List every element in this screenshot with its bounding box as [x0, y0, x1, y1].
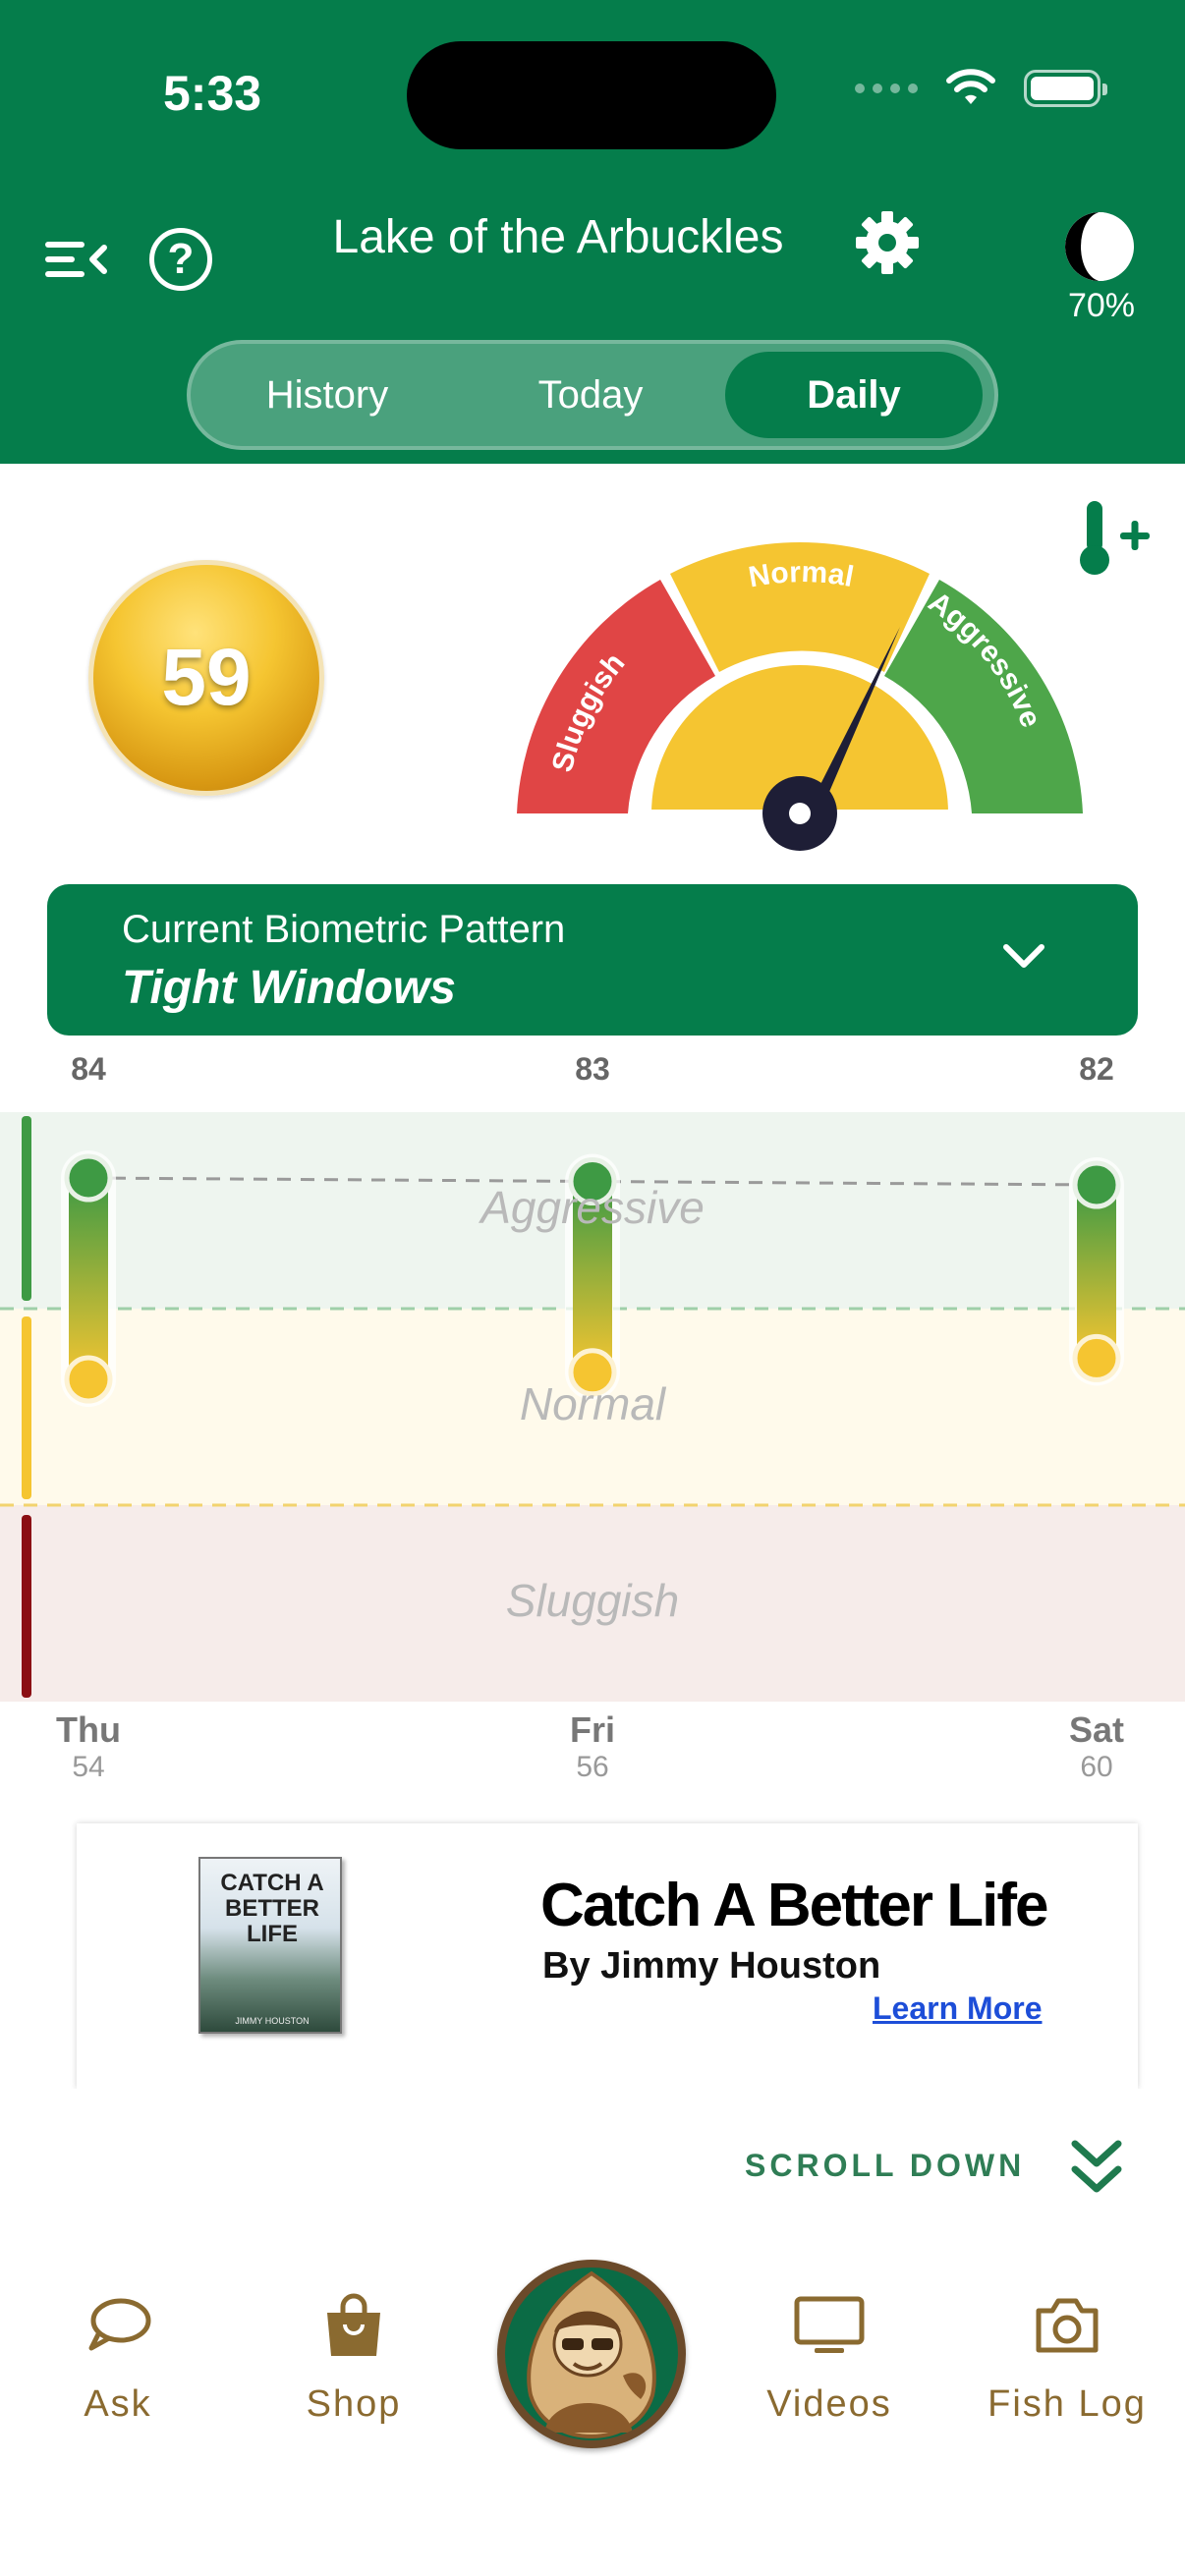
lake-name: Lake of the Arbuckles — [332, 211, 784, 263]
day-high-value: 83 — [575, 1051, 610, 1087]
fisherman-portrait-icon — [527, 2270, 656, 2439]
activity-score-badge: 59 — [88, 560, 324, 796]
day-label[interactable]: Sat — [1038, 1709, 1156, 1751]
book-cover-image: CATCH A BETTER LIFE JIMMY HOUSTON — [198, 1857, 342, 2034]
band-label-sluggish: Sluggish — [505, 1575, 680, 1626]
tab-ask-label: Ask — [84, 2383, 152, 2425]
status-icons — [855, 69, 1107, 108]
day-label[interactable]: Thu — [29, 1709, 147, 1751]
moon-phase-icon[interactable] — [1065, 212, 1134, 281]
day-high-value: 84 — [71, 1051, 106, 1087]
day-low-marker — [1072, 1333, 1121, 1382]
scroll-down-label[interactable]: SCROLL DOWN — [745, 2148, 1025, 2184]
chat-bubble-icon — [88, 2298, 151, 2351]
lake-title[interactable]: Lake of the Arbuckles — [0, 210, 1185, 264]
tab-videos-label: Videos — [766, 2383, 892, 2425]
moon-illumination: 70% — [1067, 287, 1136, 324]
book-cover-author: JIMMY HOUSTON — [235, 2016, 310, 2026]
logo-badge — [505, 2268, 678, 2440]
tab-history[interactable]: History — [198, 352, 456, 438]
book-cover-title: CATCH A BETTER LIFE — [220, 1870, 324, 1947]
day-high-value: 82 — [1079, 1051, 1114, 1087]
ad-subtitle: By Jimmy Houston — [542, 1945, 881, 1987]
book-ad-banner[interactable]: CATCH A BETTER LIFE JIMMY HOUSTON Catch … — [77, 1823, 1138, 2089]
double-chevron-down-icon[interactable] — [1067, 2136, 1126, 2201]
ad-headline: Catch A Better Life — [540, 1872, 1048, 1939]
activity-score: 59 — [161, 633, 252, 722]
activity-gauge: Sluggish Normal Aggressive — [517, 541, 1083, 851]
day-low-value: 60 — [1080, 1751, 1113, 1783]
learn-more-link[interactable]: Learn More — [873, 1990, 1042, 2027]
tab-videos[interactable]: Videos — [731, 2289, 928, 2426]
view-segmented-control: History Today Daily — [187, 340, 998, 450]
day-low-value: 56 — [576, 1751, 609, 1783]
daily-activity-chart: Aggressive Normal Sluggish 84 83 82 Thu … — [0, 1051, 1185, 1798]
app-header: 5:33 ? Lake of the Arbuckles 70% History… — [0, 0, 1185, 464]
shopping-bag-icon — [327, 2293, 380, 2356]
dynamic-island — [407, 41, 776, 149]
tab-ask[interactable]: Ask — [20, 2289, 216, 2426]
status-time: 5:33 — [163, 66, 262, 121]
biometric-pattern-card[interactable]: Current Biometric Pattern Tight Windows — [47, 884, 1138, 1036]
tab-shop[interactable]: Shop — [255, 2289, 452, 2426]
wifi-icon — [946, 69, 995, 104]
pattern-label: Current Biometric Pattern — [122, 908, 566, 951]
cellular-icon — [855, 84, 918, 93]
tab-today[interactable]: Today — [462, 352, 719, 438]
camera-icon — [1036, 2298, 1099, 2353]
pattern-value: Tight Windows — [122, 962, 456, 1014]
day-label[interactable]: Fri — [534, 1709, 651, 1751]
day-low-value: 54 — [72, 1751, 105, 1783]
jimmy-houston-logo-button[interactable] — [497, 2260, 686, 2448]
tab-shop-label: Shop — [306, 2383, 402, 2425]
gear-icon[interactable] — [853, 208, 922, 277]
monitor-icon — [794, 2296, 865, 2353]
tab-fish-log[interactable]: Fish Log — [969, 2289, 1165, 2426]
battery-icon — [1024, 70, 1107, 107]
band-label-normal: Normal — [519, 1378, 666, 1429]
tab-daily[interactable]: Daily — [725, 352, 983, 438]
bottom-tab-bar: Ask Shop Videos Fish Log — [0, 2230, 1185, 2576]
tab-fish-log-label: Fish Log — [988, 2383, 1147, 2425]
chevron-down-icon[interactable] — [998, 937, 1049, 977]
band-label-aggressive: Aggressive — [480, 1182, 705, 1233]
